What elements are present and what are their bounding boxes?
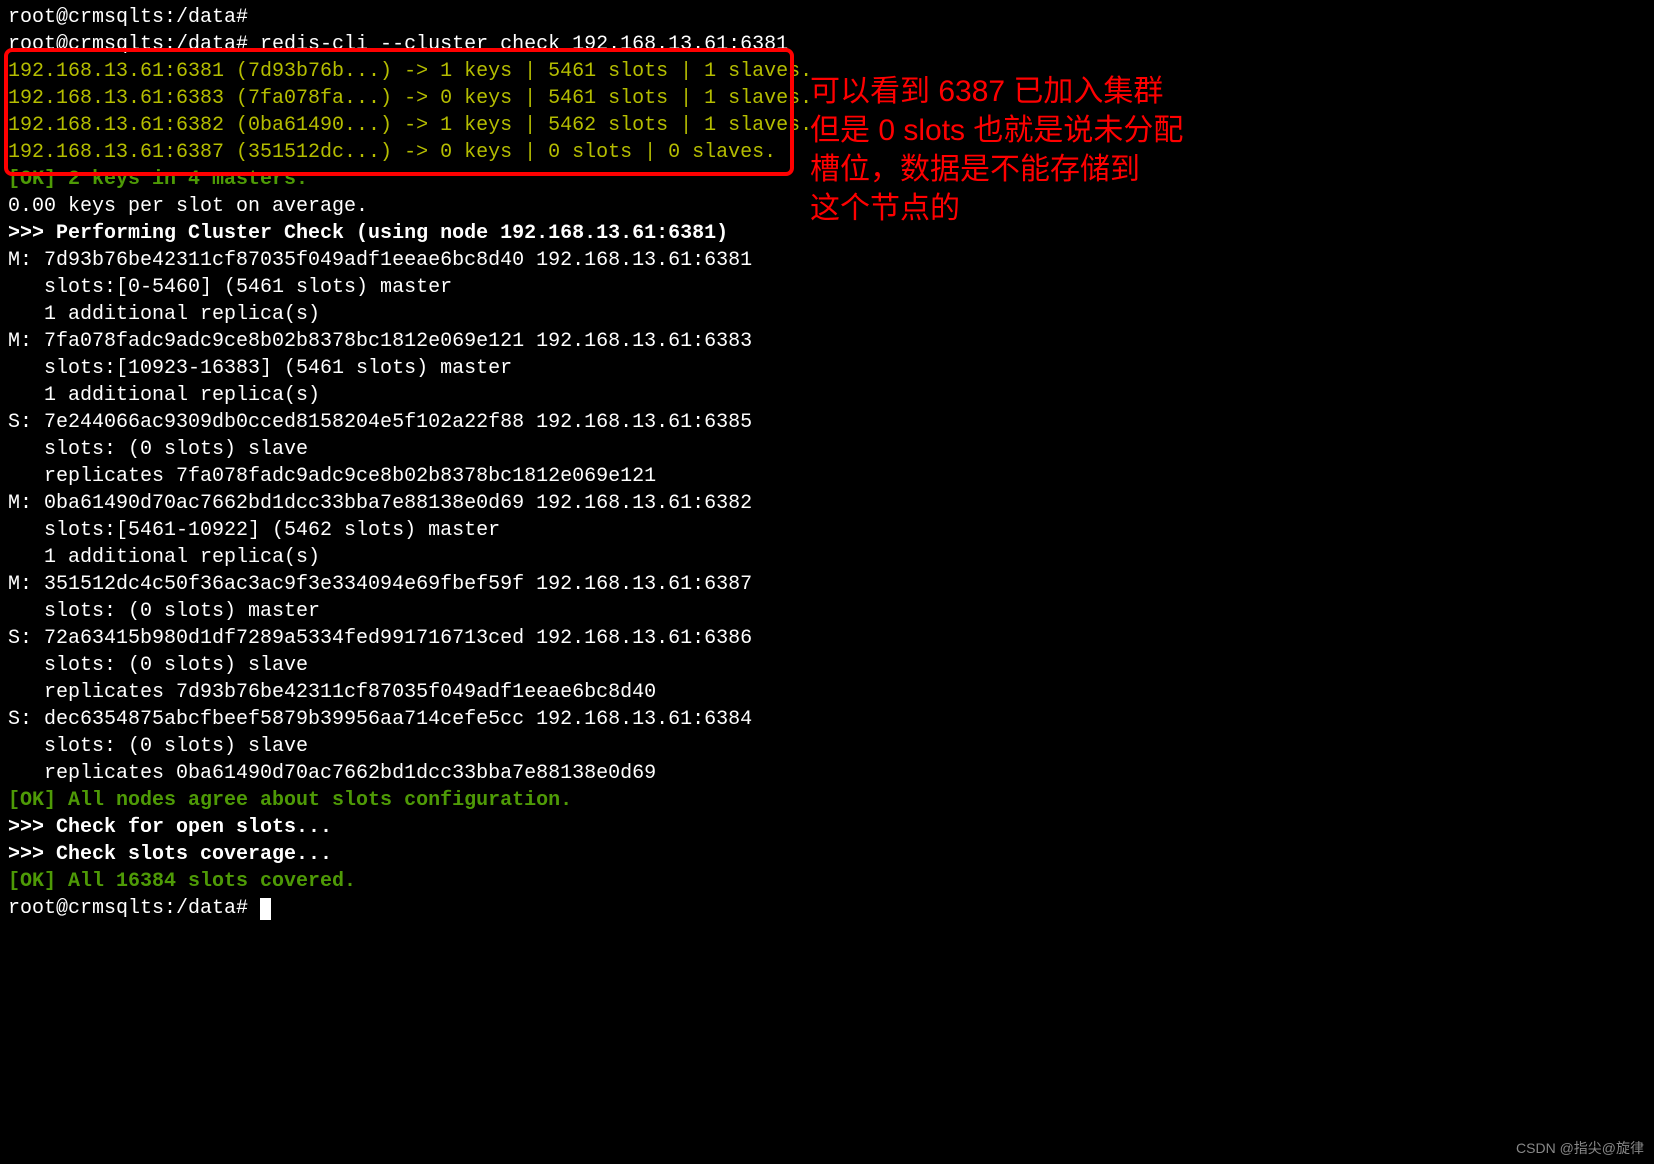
cursor-icon (260, 898, 271, 920)
master-3-line-2: slots:[5461-10922] (5462 slots) master (8, 517, 1646, 544)
annotation-text: 可以看到 6387 已加入集群 但是 0 slots 也就是说未分配 槽位，数据… (810, 72, 1183, 228)
master-3-line-1: M: 0ba61490d70ac7662bd1dcc33bba7e88138e0… (8, 490, 1646, 517)
annotation-line-1: 可以看到 6387 已加入集群 (810, 72, 1183, 111)
annotation-line-2: 但是 0 slots 也就是说未分配 (810, 111, 1183, 150)
slave-1-line-1: S: 7e244066ac9309db0cced8158204e5f102a22… (8, 409, 1646, 436)
slave-1-line-2: slots: (0 slots) slave (8, 436, 1646, 463)
prompt-line-last: root@crmsqlts:/data# (8, 895, 1646, 922)
master-1-line-3: 1 additional replica(s) (8, 301, 1646, 328)
master-2-line-2: slots:[10923-16383] (5461 slots) master (8, 355, 1646, 382)
master-2-line-1: M: 7fa078fadc9adc9ce8b02b8378bc1812e069e… (8, 328, 1646, 355)
ok-slots-covered: [OK] All 16384 slots covered. (8, 868, 1646, 895)
master-1-line-1: M: 7d93b76be42311cf87035f049adf1eeae6bc8… (8, 247, 1646, 274)
master-4-line-1: M: 351512dc4c50f36ac3ac9f3e334094e69fbef… (8, 571, 1646, 598)
slave-3-line-3: replicates 0ba61490d70ac7662bd1dcc33bba7… (8, 760, 1646, 787)
master-4-line-2: slots: (0 slots) master (8, 598, 1646, 625)
master-1-line-2: slots:[0-5460] (5461 slots) master (8, 274, 1646, 301)
slave-3-line-2: slots: (0 slots) slave (8, 733, 1646, 760)
highlight-box (4, 48, 794, 176)
master-3-line-3: 1 additional replica(s) (8, 544, 1646, 571)
prompt-line-1: root@crmsqlts:/data# (8, 4, 1646, 31)
master-2-line-3: 1 additional replica(s) (8, 382, 1646, 409)
annotation-line-3: 槽位，数据是不能存储到 (810, 150, 1183, 189)
slave-3-line-1: S: dec6354875abcfbeef5879b39956aa714cefe… (8, 706, 1646, 733)
slave-2-line-2: slots: (0 slots) slave (8, 652, 1646, 679)
ok-nodes-agree: [OK] All nodes agree about slots configu… (8, 787, 1646, 814)
slave-2-line-1: S: 72a63415b980d1df7289a5334fed991716713… (8, 625, 1646, 652)
watermark-text: CSDN @指尖@旋律 (1516, 1139, 1644, 1158)
check-open-slots: >>> Check for open slots... (8, 814, 1646, 841)
annotation-line-4: 这个节点的 (810, 189, 1183, 228)
prompt-text: root@crmsqlts:/data# (8, 897, 260, 920)
slave-1-line-3: replicates 7fa078fadc9adc9ce8b02b8378bc1… (8, 463, 1646, 490)
slave-2-line-3: replicates 7d93b76be42311cf87035f049adf1… (8, 679, 1646, 706)
check-slots-coverage: >>> Check slots coverage... (8, 841, 1646, 868)
